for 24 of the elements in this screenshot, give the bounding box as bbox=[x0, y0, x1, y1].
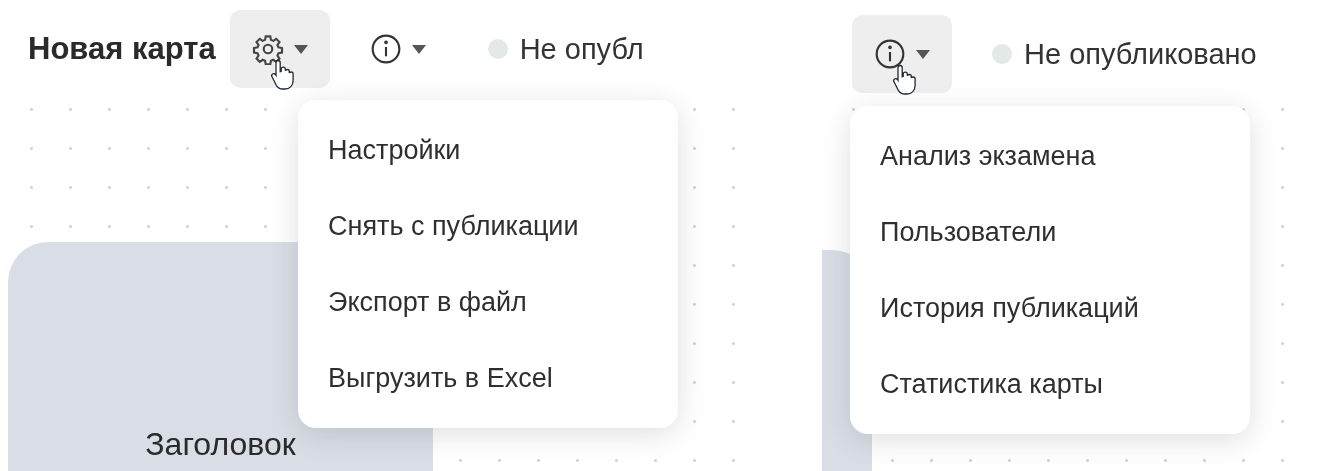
info-icon bbox=[369, 33, 402, 65]
menu-item[interactable]: Выгрузить в Excel bbox=[298, 340, 678, 416]
menu-item[interactable]: Настройки bbox=[298, 112, 678, 188]
caret-icon bbox=[916, 49, 930, 59]
menu-item[interactable]: Снять с публикации bbox=[298, 188, 678, 264]
status-dot bbox=[992, 44, 1012, 64]
menu-item[interactable]: Пользователи bbox=[850, 194, 1250, 270]
caret-icon bbox=[411, 44, 426, 54]
menu-item[interactable]: Экспорт в файл bbox=[298, 264, 678, 340]
publish-status: Не опубликовано bbox=[1024, 37, 1257, 71]
menu-item[interactable]: История публикаций bbox=[850, 270, 1250, 346]
settings-dropdown-button[interactable] bbox=[229, 10, 330, 88]
menu-item[interactable]: Анализ экзамена bbox=[850, 118, 1250, 194]
hand-cursor-icon bbox=[269, 58, 296, 92]
publish-status: Не опубл bbox=[519, 32, 644, 66]
page-title: Новая карта bbox=[28, 31, 216, 67]
hand-cursor-icon bbox=[892, 63, 918, 97]
menu-item[interactable]: Статистика карты bbox=[850, 346, 1250, 422]
info-icon bbox=[874, 38, 906, 70]
settings-icon bbox=[251, 33, 284, 65]
card-title: Заголовок bbox=[144, 426, 297, 463]
caret-icon bbox=[293, 44, 308, 54]
info-dropdown-button[interactable] bbox=[852, 15, 952, 93]
status-dot bbox=[487, 39, 508, 59]
